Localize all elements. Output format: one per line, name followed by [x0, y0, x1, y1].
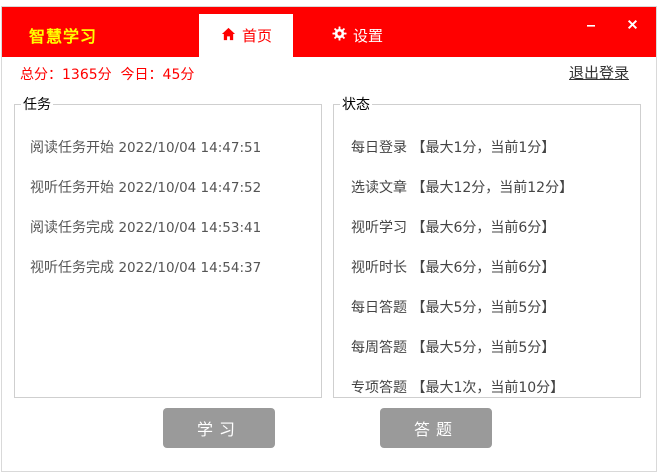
task-time: 2022/10/04 14:47:51 [118, 140, 262, 156]
tasks-panel: 任务 阅读任务开始 2022/10/04 14:47:51 视听任务开始 202… [14, 94, 322, 398]
minimize-button[interactable] [580, 13, 602, 35]
status-detail: 【最大1次，当前10分】 [411, 380, 565, 396]
status-detail: 【最大6分，当前6分】 [411, 260, 556, 276]
logout-link[interactable]: 退出登录 [569, 62, 629, 83]
status-detail: 【最大5分，当前5分】 [411, 340, 556, 356]
task-name: 阅读任务完成 [30, 220, 114, 236]
status-legend: 状态 [342, 97, 370, 113]
status-item: 专项答题 【最大1次，当前10分】 [351, 377, 564, 397]
tab-home-label: 首页 [242, 27, 273, 45]
status-name: 专项答题 [351, 380, 407, 396]
total-score-value: 1365分 [62, 67, 112, 83]
today-score-label: 今日： [120, 67, 163, 83]
status-name: 每日答题 [351, 300, 407, 316]
today-score-value: 45分 [162, 67, 195, 83]
tab-settings[interactable]: 设置 [320, 14, 410, 57]
tab-settings-label: 设置 [353, 27, 384, 45]
status-detail: 【最大6分，当前6分】 [411, 220, 556, 236]
status-panel: 状态 每日登录 【最大1分，当前1分】 选读文章 【最大12分，当前12分】 视… [333, 94, 641, 398]
study-button[interactable]: 学习 [163, 408, 275, 448]
quiz-button[interactable]: 答题 [380, 408, 492, 448]
task-time: 2022/10/04 14:47:52 [118, 180, 262, 196]
minimize-icon [587, 25, 595, 27]
total-score-label: 总分： [20, 67, 62, 83]
status-detail: 【最大12分，当前12分】 [411, 180, 574, 196]
status-name: 视听学习 [351, 220, 407, 236]
title-bar: 智慧学习 首页 设置 [2, 7, 656, 57]
tab-home[interactable]: 首页 [199, 14, 293, 57]
task-item: 视听任务开始 2022/10/04 14:47:52 [30, 177, 261, 197]
status-detail: 【最大5分，当前5分】 [411, 300, 556, 316]
status-item: 每周答题 【最大5分，当前5分】 [351, 337, 555, 357]
status-detail: 【最大1分，当前1分】 [411, 140, 556, 156]
task-name: 视听任务开始 [30, 180, 114, 196]
home-icon [221, 27, 242, 45]
status-item: 每日登录 【最大1分，当前1分】 [351, 137, 555, 157]
task-name: 视听任务完成 [30, 260, 114, 276]
status-item: 视听学习 【最大6分，当前6分】 [351, 217, 555, 237]
status-name: 每周答题 [351, 340, 407, 356]
task-item: 视听任务完成 2022/10/04 14:54:37 [30, 257, 261, 277]
close-icon [627, 19, 637, 29]
task-name: 阅读任务开始 [30, 140, 114, 156]
status-name: 每日登录 [351, 140, 407, 156]
status-name: 选读文章 [351, 180, 407, 196]
status-item: 选读文章 【最大12分，当前12分】 [351, 177, 573, 197]
tasks-legend: 任务 [23, 97, 51, 113]
app-title: 智慧学习 [29, 27, 98, 46]
status-item: 每日答题 【最大5分，当前5分】 [351, 297, 555, 317]
task-time: 2022/10/04 14:54:37 [118, 260, 262, 276]
task-item: 阅读任务完成 2022/10/04 14:53:41 [30, 217, 261, 237]
status-name: 视听时长 [351, 260, 407, 276]
task-time: 2022/10/04 14:53:41 [118, 220, 262, 236]
status-item: 视听时长 【最大6分，当前6分】 [351, 257, 555, 277]
close-button[interactable] [621, 13, 643, 35]
task-item: 阅读任务开始 2022/10/04 14:47:51 [30, 137, 261, 157]
score-summary: 总分：1365分 今日：45分 [20, 64, 194, 84]
gear-icon [332, 26, 353, 45]
